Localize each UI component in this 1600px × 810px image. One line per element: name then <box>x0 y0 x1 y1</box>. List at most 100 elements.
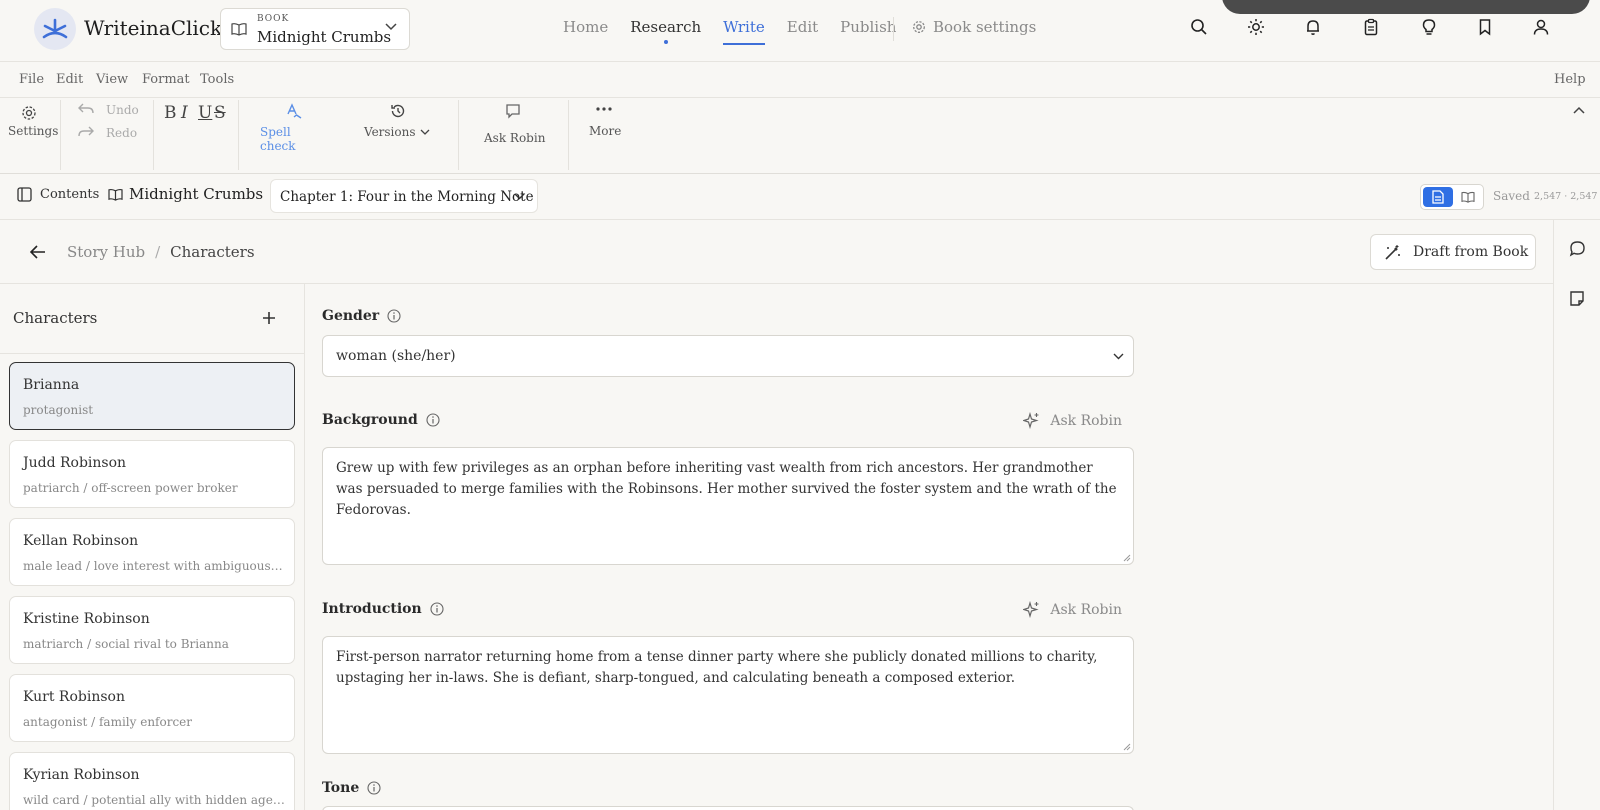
collapse-ribbon-icon[interactable] <box>1573 106 1585 114</box>
top-navigation-bar: WriteinaClick BOOK Midnight Crumbs Home … <box>0 0 1600 62</box>
chat-bubble-icon <box>505 103 521 119</box>
strikethrough-button[interactable]: S <box>214 103 226 123</box>
background-ask-robin-button[interactable]: Ask Robin <box>1023 412 1122 429</box>
chevron-down-icon <box>420 129 430 136</box>
background-label-text: Background <box>322 412 418 428</box>
breadcrumb-row: Story Hub / Characters Draft from Book <box>0 220 1553 284</box>
versions-button[interactable]: Versions <box>362 103 436 143</box>
note-icon[interactable] <box>1569 290 1585 307</box>
document-icon <box>1432 190 1444 204</box>
book-title-link[interactable]: Midnight Crumbs <box>108 185 263 203</box>
character-role: protagonist <box>23 403 94 417</box>
character-name: Judd Robinson <box>23 455 127 471</box>
lightbulb-icon[interactable] <box>1420 18 1438 36</box>
gear-icon <box>912 20 926 34</box>
clipboard-icon[interactable] <box>1362 18 1380 36</box>
italic-button[interactable]: I <box>181 103 188 123</box>
nav-research[interactable]: Research <box>630 18 701 44</box>
nav-write[interactable]: Write <box>723 18 765 45</box>
resize-handle-icon[interactable] <box>1123 554 1131 562</box>
undo-button[interactable]: Undo <box>78 102 144 120</box>
nav-edit[interactable]: Edit <box>787 18 818 36</box>
breadcrumb: Story Hub / Characters <box>67 243 255 261</box>
app-name: WriteinaClick <box>84 16 223 40</box>
ask-robin-button[interactable]: Ask Robin <box>482 103 548 149</box>
background-text: Grew up with few privileges as an orphan… <box>336 460 1117 518</box>
nav-research-indicator <box>663 40 668 44</box>
introduction-textarea[interactable]: First-person narrator returning home fro… <box>322 636 1134 754</box>
character-card-brianna[interactable]: Brianna protagonist <box>9 362 295 430</box>
toolbar-ribbon: Settings Undo Redo B I U S Spell check V… <box>0 98 1600 174</box>
user-icon[interactable] <box>1532 18 1550 36</box>
background-textarea[interactable]: Grew up with few privileges as an orphan… <box>322 447 1134 565</box>
tone-field[interactable] <box>322 806 1134 810</box>
resize-handle-icon[interactable] <box>1123 743 1131 751</box>
gender-label: Gender <box>322 308 401 324</box>
spell-check-icon <box>286 103 302 119</box>
introduction-text: First-person narrator returning home fro… <box>336 649 1098 686</box>
sparkle-icon <box>1023 412 1040 429</box>
redo-label: Redo <box>106 126 138 140</box>
menu-format[interactable]: Format <box>142 72 190 87</box>
nav-publish[interactable]: Publish <box>840 18 896 36</box>
view-mode-toggle[interactable] <box>1420 184 1484 210</box>
add-character-button[interactable] <box>262 311 276 325</box>
comment-icon[interactable] <box>1569 240 1586 257</box>
settings-button[interactable]: Settings <box>6 104 58 144</box>
introduction-ask-robin-button[interactable]: Ask Robin <box>1023 601 1122 618</box>
redo-button[interactable]: Redo <box>78 125 144 143</box>
characters-panel: Characters Brianna protagonist Judd Robi… <box>0 284 305 810</box>
bell-icon[interactable] <box>1304 18 1322 36</box>
info-icon[interactable] <box>387 309 401 323</box>
chapter-picker[interactable]: Chapter 1: Four in the Morning Note <box>270 179 538 213</box>
underline-button[interactable]: U <box>198 103 212 123</box>
contents-button[interactable]: Contents <box>17 187 99 202</box>
draft-from-book-button[interactable]: Draft from Book <box>1370 234 1536 270</box>
spell-check-button[interactable]: Spell check <box>258 103 328 153</box>
nav-home[interactable]: Home <box>563 18 608 36</box>
document-view-button[interactable] <box>1423 187 1453 207</box>
breadcrumb-current: Characters <box>170 243 255 261</box>
character-name: Kristine Robinson <box>23 611 150 627</box>
menu-tools[interactable]: Tools <box>200 72 234 87</box>
ribbon-divider <box>60 100 61 170</box>
tone-label-text: Tone <box>322 780 360 796</box>
character-name: Kyrian Robinson <box>23 767 140 783</box>
main-nav: Home Research Write Edit Publish <box>563 18 918 45</box>
info-icon[interactable] <box>426 413 440 427</box>
background-ask-robin-label: Ask Robin <box>1050 412 1122 429</box>
info-icon[interactable] <box>367 781 381 795</box>
redo-icon <box>78 126 94 138</box>
reading-view-icon[interactable] <box>1461 191 1475 203</box>
back-arrow-icon[interactable] <box>30 245 46 259</box>
ribbon-divider <box>568 100 569 170</box>
menu-help[interactable]: Help <box>1554 72 1586 87</box>
character-card-judd[interactable]: Judd Robinson patriarch / off-screen pow… <box>9 440 295 508</box>
book-icon <box>231 22 247 36</box>
sun-icon[interactable] <box>1247 18 1265 36</box>
bold-button[interactable]: B <box>164 103 177 123</box>
breadcrumb-story-hub[interactable]: Story Hub <box>67 243 145 261</box>
book-settings-label: Book settings <box>933 18 1037 36</box>
menu-edit[interactable]: Edit <box>56 72 83 87</box>
gender-select[interactable]: woman (she/her) <box>322 335 1134 377</box>
app-logo-icon[interactable] <box>34 8 76 50</box>
character-name: Brianna <box>23 377 80 393</box>
search-icon[interactable] <box>1190 18 1208 36</box>
bookmark-icon[interactable] <box>1476 18 1494 36</box>
character-card-kyrian[interactable]: Kyrian Robinson wild card / potential al… <box>9 752 295 810</box>
character-card-kurt[interactable]: Kurt Robinson antagonist / family enforc… <box>9 674 295 742</box>
spell-check-label: Spell check <box>260 125 296 153</box>
book-settings-button[interactable]: Book settings <box>912 18 1036 36</box>
gear-icon <box>21 105 37 121</box>
versions-label: Versions <box>364 125 416 139</box>
menu-view[interactable]: View <box>96 72 128 87</box>
chevron-down-icon <box>514 193 525 200</box>
character-card-kristine[interactable]: Kristine Robinson matriarch / social riv… <box>9 596 295 664</box>
more-button[interactable]: More <box>586 103 622 143</box>
book-picker[interactable]: BOOK Midnight Crumbs <box>220 8 410 50</box>
character-card-kellan[interactable]: Kellan Robinson male lead / love interes… <box>9 518 295 586</box>
character-role: male lead / love interest with ambiguous… <box>23 559 285 573</box>
info-icon[interactable] <box>430 602 444 616</box>
menu-file[interactable]: File <box>19 72 44 87</box>
